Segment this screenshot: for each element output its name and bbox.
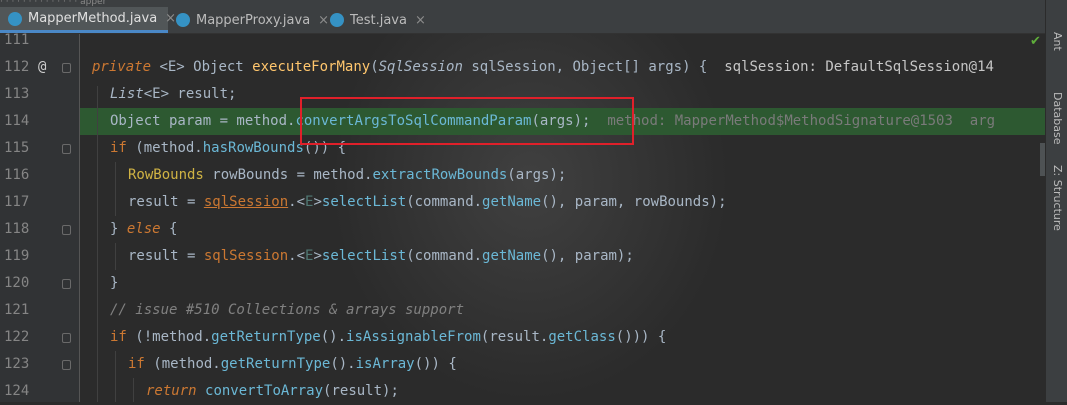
code-line-121[interactable]: 121 // issue #510 Collections & arrays s… bbox=[0, 297, 1045, 324]
code-text: } bbox=[110, 275, 119, 291]
annotation-box bbox=[300, 97, 634, 145]
java-class-icon bbox=[8, 11, 22, 26]
fold-icon[interactable] bbox=[62, 225, 71, 235]
line-number: 116 bbox=[4, 167, 30, 183]
right-tool-window-bar: Ant Database Z: Structure bbox=[1045, 0, 1067, 402]
debug-inline-value: sqlSession: DefaultSqlSession@14 bbox=[707, 59, 994, 75]
code-line-123[interactable]: 123 if (method.getReturnType().isArray()… bbox=[0, 351, 1045, 378]
code-text: result = sqlSession.<E>selectList(comman… bbox=[128, 194, 727, 210]
code-text: if (!method.getReturnType().isAssignable… bbox=[110, 329, 667, 345]
line-number: 114 bbox=[4, 113, 30, 129]
code-line-117[interactable]: 117 result = sqlSession.<E>selectList(co… bbox=[0, 189, 1045, 216]
tab-label: Test.java bbox=[350, 12, 407, 28]
fold-icon[interactable] bbox=[62, 360, 71, 370]
code-text: result = sqlSession.<E>selectList(comman… bbox=[128, 248, 634, 264]
fold-icon[interactable] bbox=[62, 279, 71, 289]
tool-window-structure[interactable]: Z: Structure bbox=[1051, 165, 1064, 231]
code-line-111[interactable]: 111 bbox=[0, 27, 1045, 54]
line-number: 117 bbox=[4, 194, 30, 210]
line-number: 112 bbox=[4, 59, 30, 75]
code-comment: // issue #510 Collections & arrays suppo… bbox=[110, 302, 465, 318]
code-line-124[interactable]: 124 return convertToArray(result); bbox=[0, 378, 1045, 405]
line-number: 118 bbox=[4, 221, 30, 237]
code-line-122[interactable]: 122 if (!method.getReturnType().isAssign… bbox=[0, 324, 1045, 351]
code-line-118[interactable]: 118 } else { bbox=[0, 216, 1045, 243]
code-line-112[interactable]: 112 @ private <E> Object executeForMany(… bbox=[0, 54, 1045, 81]
code-text: return convertToArray(result); bbox=[146, 383, 399, 399]
tab-label: MapperProxy.java bbox=[196, 12, 311, 28]
close-icon[interactable]: × bbox=[415, 13, 426, 28]
inspection-ok-icon[interactable]: ✔ bbox=[1030, 34, 1041, 49]
code-line-119[interactable]: 119 result = sqlSession.<E>selectList(co… bbox=[0, 243, 1045, 270]
code-line-116[interactable]: 116 RowBounds rowBounds = method.extract… bbox=[0, 162, 1045, 189]
line-number: 120 bbox=[4, 275, 30, 291]
line-number: 119 bbox=[4, 248, 30, 264]
code-text: RowBounds rowBounds = method.extractRowB… bbox=[128, 167, 567, 183]
fold-icon[interactable] bbox=[62, 144, 71, 154]
fold-icon[interactable] bbox=[62, 63, 71, 73]
tool-window-database[interactable]: Database bbox=[1051, 92, 1064, 145]
line-number: 113 bbox=[4, 86, 30, 102]
line-number: 111 bbox=[4, 32, 30, 48]
java-class-icon bbox=[176, 13, 190, 27]
debug-inline-value: method: MapperMethod$MethodSignature@150… bbox=[590, 113, 996, 129]
java-class-icon bbox=[330, 13, 344, 27]
breadcrumb[interactable]: · · · · · · · · · · · · · · apper bbox=[0, 0, 300, 6]
code-line-120[interactable]: 120 } bbox=[0, 270, 1045, 297]
code-text: private <E> Object executeForMany(SqlSes… bbox=[92, 59, 994, 75]
code-text: List<E> result; bbox=[110, 86, 237, 102]
override-marker-icon[interactable]: @ bbox=[38, 54, 46, 81]
code-text: } else { bbox=[110, 221, 178, 237]
code-text: if (method.getReturnType().isArray()) { bbox=[128, 356, 457, 372]
line-number: 122 bbox=[4, 329, 30, 345]
fold-icon[interactable] bbox=[62, 333, 71, 343]
line-number: 115 bbox=[4, 140, 30, 156]
line-number: 124 bbox=[4, 383, 30, 399]
line-number: 123 bbox=[4, 356, 30, 372]
tool-window-ant[interactable]: Ant bbox=[1051, 32, 1064, 51]
tab-label: MapperMethod.java bbox=[28, 11, 158, 26]
line-number: 121 bbox=[4, 302, 30, 318]
